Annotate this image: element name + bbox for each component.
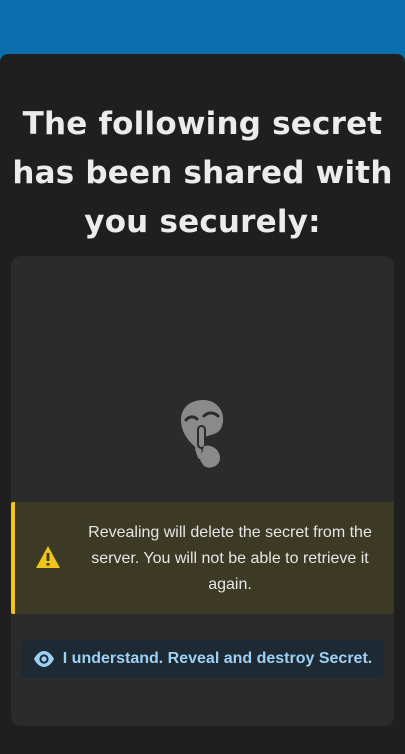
top-header-bar <box>0 0 405 62</box>
warning-text: Revealing will delete the secret from th… <box>88 524 372 593</box>
page-title: The following secret has been shared wit… <box>12 106 393 240</box>
reveal-and-destroy-button[interactable]: I understand. Reveal and destroy Secret. <box>21 640 384 678</box>
reveal-button-label: I understand. Reveal and destroy Secret. <box>62 650 373 667</box>
shushing-face-icon <box>181 400 224 468</box>
warning-triangle-icon <box>36 546 60 568</box>
eye-icon <box>33 651 54 667</box>
warning-alert: Revealing will delete the secret from th… <box>11 502 394 614</box>
